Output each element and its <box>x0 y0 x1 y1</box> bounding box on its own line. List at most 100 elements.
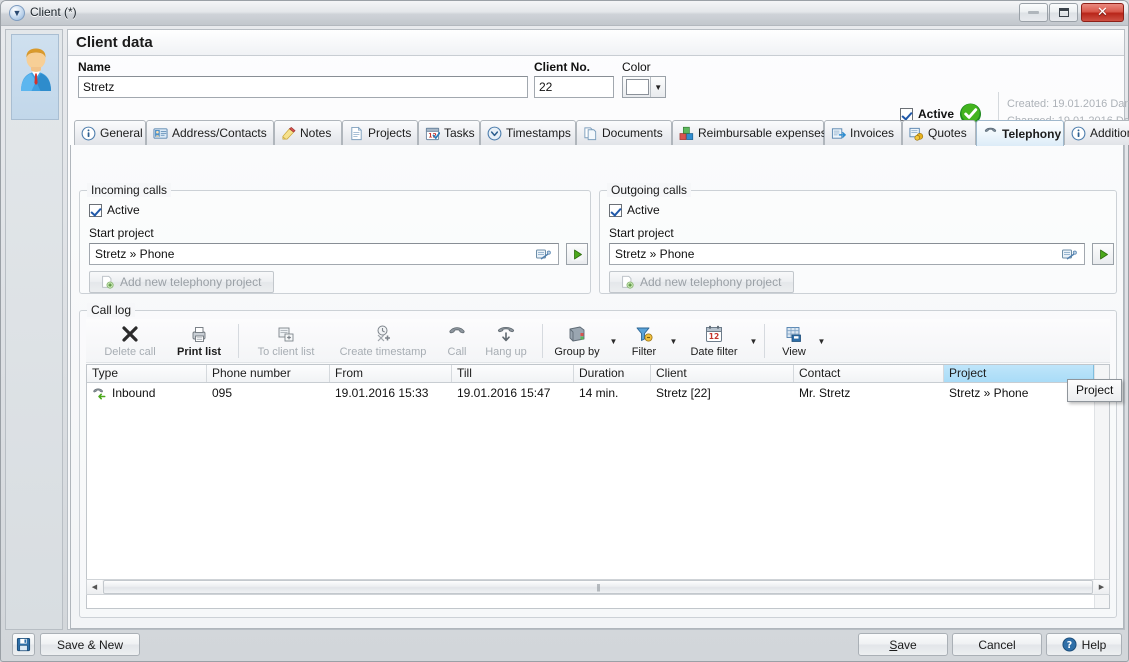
save-and-new-button[interactable]: Save & New <box>40 633 140 656</box>
toolbar-label: Delete call <box>104 346 155 358</box>
outgoing-start-project-play-button[interactable] <box>1092 243 1114 265</box>
tab-notes[interactable]: Notes <box>274 120 342 145</box>
hang-up-button[interactable]: Hang up <box>476 321 536 361</box>
incoming-start-project-input[interactable] <box>89 243 559 265</box>
tab-tasks[interactable]: 12 Tasks <box>418 120 480 145</box>
date-filter-button[interactable]: 12 Date filter <box>680 321 748 361</box>
add-document-icon <box>620 275 634 289</box>
toolbar-label: View <box>782 346 806 358</box>
tab-label: Tasks <box>444 126 475 140</box>
browse-project-icon[interactable] <box>535 246 551 262</box>
column-header-till[interactable]: Till <box>452 365 574 382</box>
add-document-icon <box>100 275 114 289</box>
filter-button[interactable]: Filter <box>620 321 668 361</box>
page-title: Client data <box>76 34 153 51</box>
tab-reimbursable-expenses[interactable]: Reimbursable expenses <box>672 120 824 145</box>
incoming-active-toggle[interactable]: Active <box>89 203 140 217</box>
table-row[interactable]: Inbound 095 19.01.2016 15:33 19.01.2016 … <box>87 384 1109 402</box>
group-by-icon <box>567 324 587 344</box>
incoming-add-telephony-project-button[interactable]: Add new telephony project <box>89 271 274 293</box>
minimize-button[interactable] <box>1019 3 1048 22</box>
chevron-circle-icon[interactable]: ▼ <box>9 5 25 21</box>
incoming-start-project-play-button[interactable] <box>566 243 588 265</box>
name-input[interactable] <box>78 76 528 98</box>
phone-icon <box>983 126 998 141</box>
color-swatch <box>626 79 649 95</box>
group-by-button[interactable]: Group by <box>548 321 606 361</box>
outgoing-active-checkbox[interactable] <box>609 204 622 217</box>
client-no-input[interactable] <box>534 76 614 98</box>
save-icon-button[interactable] <box>12 633 35 656</box>
date-filter-dropdown-arrow[interactable]: ▼ <box>748 336 759 347</box>
column-header-duration[interactable]: Duration <box>574 365 651 382</box>
help-button[interactable]: ? Help <box>1046 633 1122 656</box>
toolbar-label: Print list <box>177 346 221 358</box>
cell-type: Inbound <box>92 384 207 402</box>
print-list-button[interactable]: Print list <box>166 321 232 361</box>
create-timestamp-button[interactable]: Create timestamp <box>328 321 438 361</box>
svg-text:?: ? <box>1066 640 1071 651</box>
cancel-label: Cancel <box>978 638 1015 652</box>
hangup-icon <box>496 324 516 344</box>
incoming-active-checkbox[interactable] <box>89 204 102 217</box>
client-data-panel: Client data Name Client No. Color ▼ Acti… <box>67 29 1125 630</box>
view-dropdown-arrow[interactable]: ▼ <box>816 336 827 347</box>
filter-dropdown-arrow[interactable]: ▼ <box>668 336 679 347</box>
active-checkbox[interactable] <box>900 108 913 121</box>
outgoing-calls-group: Outgoing calls Active Start project <box>599 190 1117 294</box>
outgoing-start-project-input[interactable] <box>609 243 1085 265</box>
cell-client: Stretz [22] <box>656 384 795 402</box>
scroll-right-arrow-icon[interactable]: ▶ <box>1094 580 1109 594</box>
minimize-icon <box>1020 4 1047 21</box>
toolbar-label: Group by <box>554 346 599 358</box>
view-button[interactable]: View <box>772 321 816 361</box>
window-titlebar[interactable]: ▼ Client (*) ✕ <box>1 1 1128 26</box>
tab-general[interactable]: General <box>74 120 146 145</box>
tab-quotes[interactable]: Quotes <box>902 120 976 145</box>
avatar-panel[interactable] <box>11 34 59 120</box>
toolbar-label: Create timestamp <box>340 346 427 358</box>
scroll-left-arrow-icon[interactable]: ◀ <box>87 580 102 594</box>
horizontal-scroll-thumb[interactable] <box>103 580 1093 594</box>
tab-label: Address/Contacts <box>172 126 267 140</box>
client-no-label: Client No. <box>534 60 590 74</box>
group-by-dropdown-arrow[interactable]: ▼ <box>608 336 619 347</box>
tab-documents[interactable]: Documents <box>576 120 672 145</box>
invoice-icon <box>831 126 846 141</box>
help-question-icon: ? <box>1062 637 1077 652</box>
browse-project-icon[interactable] <box>1061 246 1077 262</box>
to-client-list-button[interactable]: To client list <box>244 321 328 361</box>
color-label: Color <box>622 60 651 74</box>
toolbar-label: Call <box>448 346 467 358</box>
tab-timestamps[interactable]: Timestamps <box>480 120 576 145</box>
outgoing-active-toggle[interactable]: Active <box>609 203 660 217</box>
column-header-from[interactable]: From <box>330 365 452 382</box>
tab-additional[interactable]: Additional <box>1064 120 1129 145</box>
maximize-button[interactable] <box>1049 3 1078 22</box>
column-header-client[interactable]: Client <box>651 365 794 382</box>
delete-call-button[interactable]: Delete call <box>94 321 166 361</box>
tab-projects[interactable]: Projects <box>342 120 418 145</box>
call-log-group: Call log Delete call <box>79 310 1117 618</box>
column-header-type[interactable]: Type <box>87 365 207 382</box>
outgoing-start-project-label: Start project <box>609 226 674 240</box>
save-button[interactable]: Save <box>858 633 948 656</box>
create-timestamp-icon <box>373 324 393 344</box>
chevron-down-icon[interactable]: ▼ <box>650 77 665 97</box>
tab-label: Timestamps <box>506 126 571 140</box>
close-button[interactable]: ✕ <box>1081 3 1124 22</box>
column-header-contact[interactable]: Contact <box>794 365 944 382</box>
table-horizontal-scrollbar[interactable]: ◀ ▶ <box>86 579 1110 595</box>
outgoing-add-telephony-project-button[interactable]: Add new telephony project <box>609 271 794 293</box>
column-header-phone-number[interactable]: Phone number <box>207 365 330 382</box>
printer-icon <box>189 324 209 344</box>
tab-label: Documents <box>602 126 663 140</box>
call-button[interactable]: Call <box>438 321 476 361</box>
notes-icon <box>281 126 296 141</box>
tab-invoices[interactable]: Invoices <box>824 120 902 145</box>
tab-telephony[interactable]: Telephony <box>976 120 1064 146</box>
cancel-button[interactable]: Cancel <box>952 633 1042 656</box>
tab-label: Quotes <box>928 126 967 140</box>
color-picker[interactable]: ▼ <box>622 76 666 98</box>
tab-address-contacts[interactable]: Address/Contacts <box>146 120 274 145</box>
